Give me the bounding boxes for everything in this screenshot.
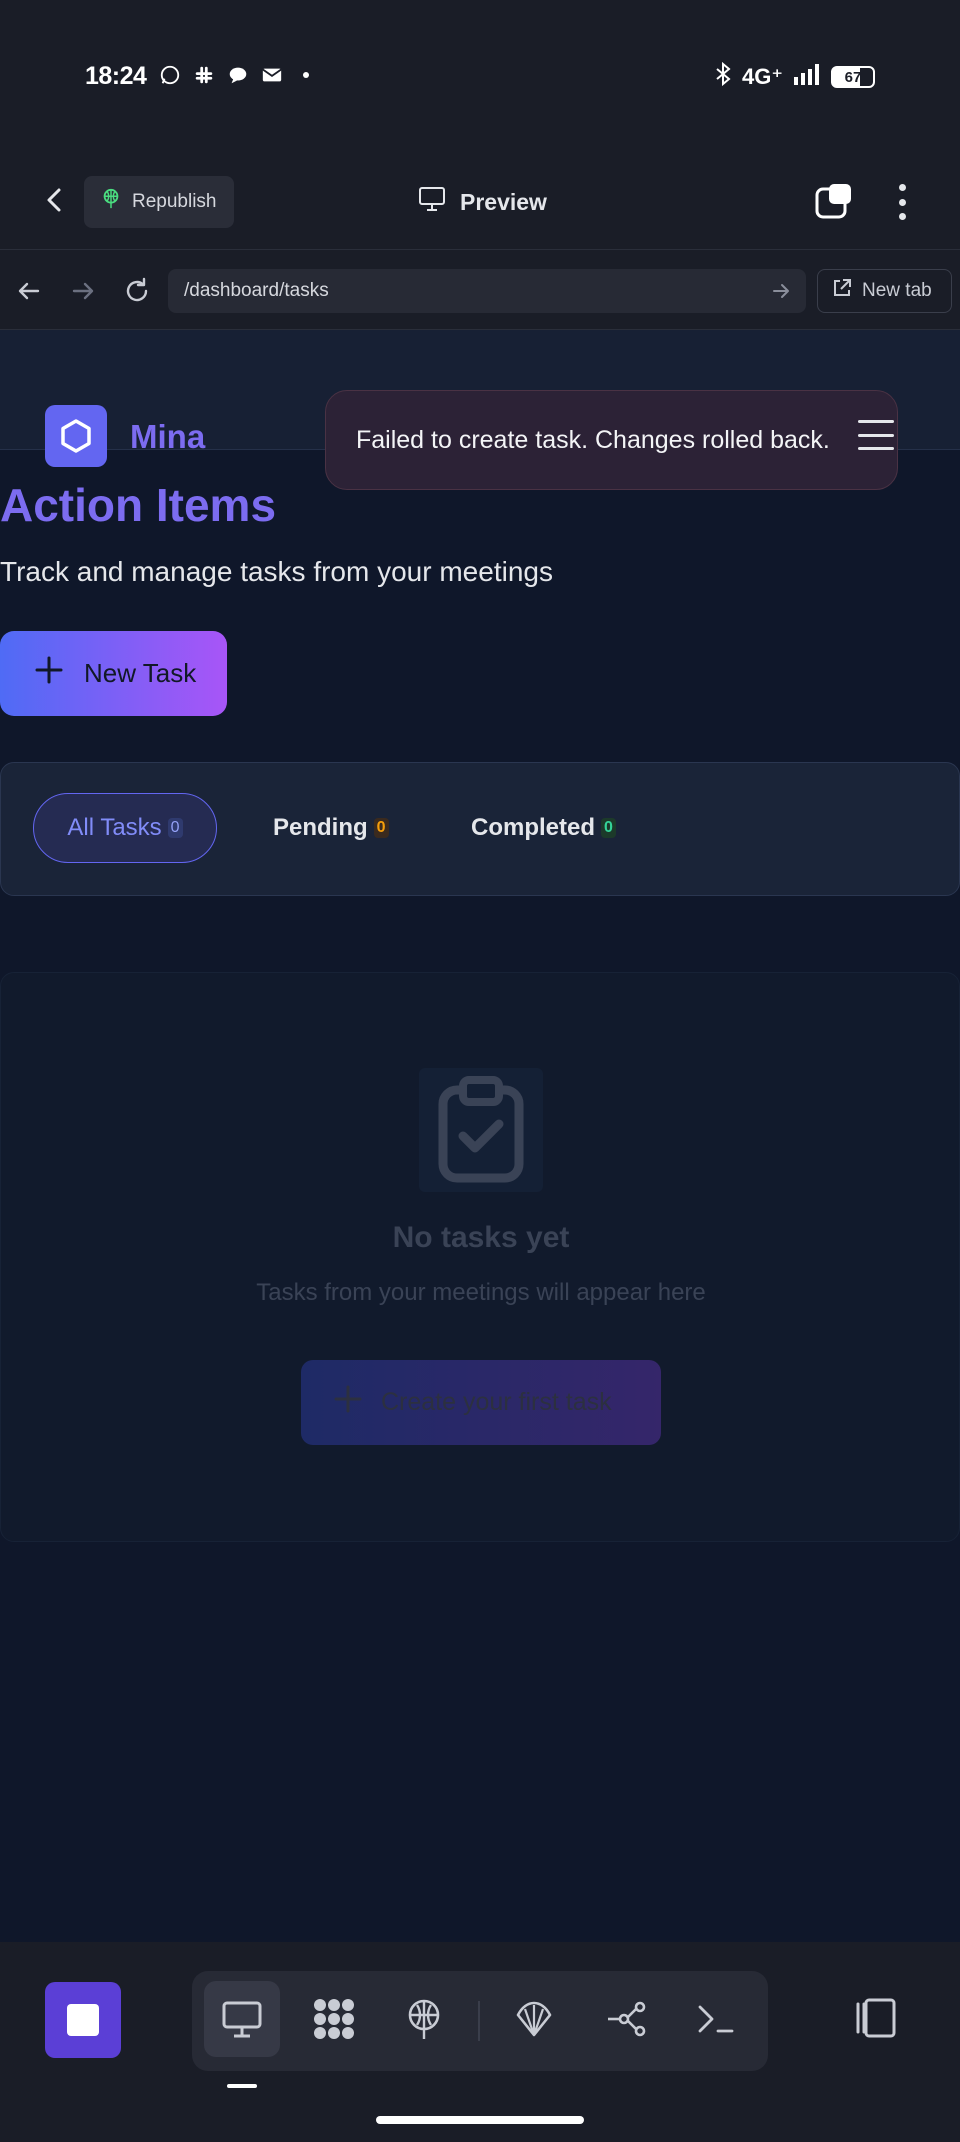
preview-label: Preview [460, 188, 547, 215]
new-tab-label: New tab [862, 280, 932, 301]
deploy-icon[interactable] [386, 1981, 462, 2057]
mail-icon [260, 63, 284, 87]
tab-all-tasks[interactable]: All Tasks 0 [33, 793, 217, 863]
bottom-dock [0, 1942, 960, 2142]
republish-label: Republish [132, 191, 217, 212]
tab-completed[interactable]: Completed 0 [471, 793, 616, 863]
empty-state: No tasks yet Tasks from your meetings wi… [0, 972, 960, 1542]
nav-forward-icon[interactable] [68, 276, 98, 306]
signal-icon [793, 63, 821, 91]
web-preview: Mina Failed to create task. Changes roll… [0, 330, 960, 1942]
dot-icon [294, 63, 318, 87]
tab-label: All Tasks [67, 814, 162, 841]
toast-message: Failed to create task. Changes rolled ba… [356, 425, 830, 454]
tab-count: 0 [167, 818, 183, 838]
empty-subtitle: Tasks from your meetings will appear her… [256, 1279, 706, 1306]
tab-pending[interactable]: Pending 0 [273, 793, 389, 863]
new-tab-button[interactable]: New tab [817, 269, 952, 313]
network-label: 4G⁺ [742, 64, 783, 89]
create-first-task-label: Create your first task [381, 1388, 612, 1416]
preview-title[interactable]: Preview [418, 186, 547, 218]
tab-label: Pending [273, 814, 368, 841]
hexagon-icon [61, 419, 91, 453]
monitor-icon[interactable] [204, 1981, 280, 2057]
shell-icon[interactable] [496, 1981, 572, 2057]
tabs-icon[interactable] [814, 182, 854, 222]
page-title: Action Items [0, 479, 277, 531]
home-indicator[interactable] [376, 2116, 584, 2124]
external-link-icon [832, 278, 852, 304]
active-indicator [227, 2084, 257, 2088]
menu-icon[interactable] [858, 420, 894, 450]
plus-icon [333, 1384, 363, 1421]
brand-name[interactable]: Mina [130, 418, 205, 456]
new-task-button[interactable]: New Task [0, 631, 227, 716]
terminal-icon[interactable] [678, 1981, 754, 2057]
battery-level: 67 [844, 68, 862, 86]
status-time: 18:24 [85, 62, 147, 90]
back-chevron-icon[interactable] [40, 185, 70, 215]
empty-title: No tasks yet [392, 1221, 570, 1254]
notification-icons [158, 63, 318, 87]
filter-tabs: All Tasks 0 Pending 0 Completed 0 [0, 762, 960, 896]
stop-button[interactable] [45, 1982, 121, 2058]
url-bar: /dashboard/tasks New tab [0, 250, 960, 330]
bluetooth-icon [714, 61, 732, 92]
whatsapp-icon [158, 63, 182, 87]
tab-count: 0 [373, 818, 389, 838]
chat-icon [226, 63, 250, 87]
status-right: 4G⁺ 67 [714, 61, 875, 92]
tab-count: 0 [601, 818, 616, 838]
create-first-task-button[interactable]: Create your first task [301, 1360, 661, 1445]
dock-tools [192, 1971, 768, 2071]
nav-back-icon[interactable] [14, 276, 44, 306]
republish-button[interactable]: Republish [84, 176, 234, 228]
side-panel-icon[interactable] [850, 1992, 902, 2044]
apps-icon[interactable] [296, 1981, 372, 2057]
status-bar: 18:24 4G⁺ 67 [0, 0, 960, 150]
new-task-label: New Task [84, 658, 197, 688]
slack-icon [192, 63, 216, 87]
app-logo[interactable] [45, 405, 107, 467]
stop-icon [67, 2004, 99, 2036]
battery-icon: 67 [831, 66, 875, 88]
error-toast: Failed to create task. Changes rolled ba… [325, 390, 898, 490]
reload-icon[interactable] [122, 276, 152, 306]
dock-divider [478, 2001, 480, 2041]
page-subtitle: Track and manage tasks from your meeting… [0, 556, 553, 587]
monitor-icon [418, 186, 446, 218]
app-toolbar: Republish Preview [0, 150, 960, 250]
deploy-icon [100, 188, 122, 216]
url-input[interactable]: /dashboard/tasks [168, 269, 806, 313]
tab-label: Completed [471, 814, 596, 841]
plus-icon [34, 655, 64, 692]
url-text: /dashboard/tasks [184, 280, 329, 301]
go-arrow-icon[interactable] [770, 280, 792, 302]
more-options-button[interactable] [890, 180, 914, 224]
clipboard-check-icon [419, 1068, 543, 1192]
graph-icon[interactable] [588, 1981, 664, 2057]
